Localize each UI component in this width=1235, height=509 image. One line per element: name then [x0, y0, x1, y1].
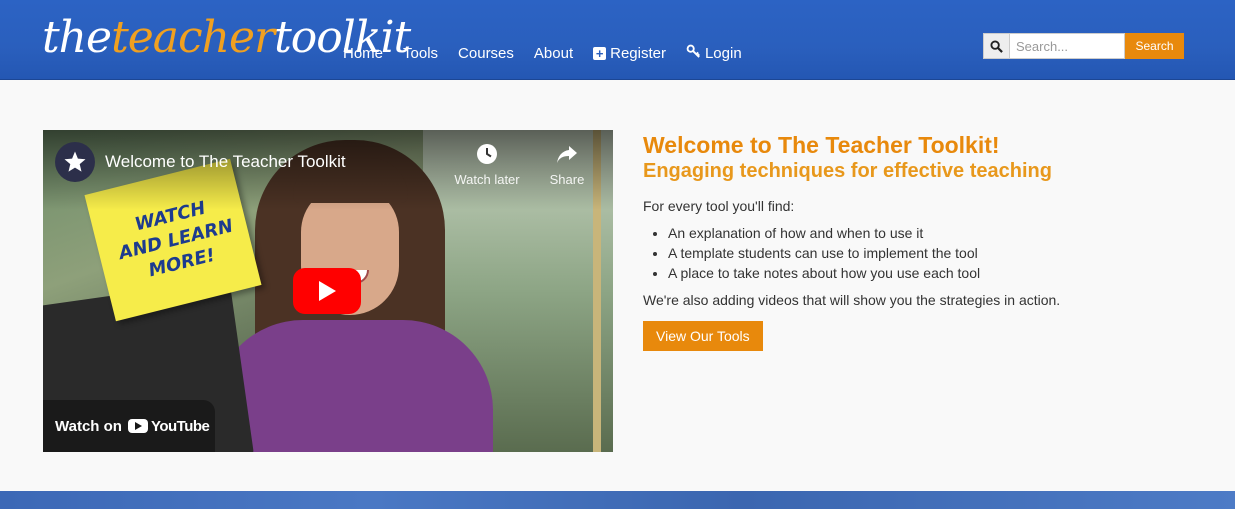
- video-person-sweater: [213, 320, 493, 452]
- nav-courses-label: Courses: [458, 44, 514, 62]
- play-button[interactable]: [293, 268, 361, 314]
- youtube-wordmark: YouTube: [150, 417, 210, 435]
- watch-on-youtube-button[interactable]: Watch on YouTube: [43, 400, 215, 452]
- features-intro: For every tool you'll find:: [643, 198, 795, 214]
- key-icon: [686, 44, 701, 62]
- site-header: theteachertoolkit Home Tools Courses Abo…: [0, 0, 1235, 80]
- nav-home-label: Home: [343, 44, 384, 62]
- share-arrow-icon: [527, 142, 607, 168]
- welcome-section: Welcome to The Teacher Toolkit! Engaging…: [643, 131, 1203, 351]
- nav-login-label: Login: [704, 44, 742, 62]
- share-button[interactable]: Share: [527, 142, 607, 187]
- view-our-tools-button[interactable]: View Our Tools: [643, 321, 763, 351]
- search-input[interactable]: [1010, 33, 1125, 59]
- nav-login[interactable]: Login: [686, 44, 742, 62]
- nav-tools-label: Tools: [403, 44, 439, 62]
- watch-later-button[interactable]: Watch later: [447, 142, 527, 187]
- nav-home[interactable]: Home: [343, 45, 383, 62]
- footer-banner-strip: [0, 491, 1235, 509]
- page-subtitle: Engaging techniques for effective teachi…: [643, 160, 1052, 182]
- nav-about[interactable]: About: [534, 45, 573, 62]
- nav-register[interactable]: + Register: [593, 45, 666, 62]
- watch-on-label: Watch on: [55, 417, 122, 435]
- play-icon: [319, 281, 336, 301]
- nav-about-label: About: [533, 44, 574, 62]
- nav-register-label: Register: [610, 44, 666, 62]
- search-form: Search: [983, 33, 1184, 59]
- search-icon: [983, 33, 1010, 59]
- youtube-video-embed[interactable]: WATCH AND LEARN MORE! Welcome to The Tea…: [43, 130, 613, 452]
- main-nav: Home Tools Courses About + Register Logi…: [343, 44, 762, 62]
- logo-part-teacher: teacher: [111, 12, 275, 63]
- nav-tools[interactable]: Tools: [403, 45, 438, 62]
- list-item: An explanation of how and when to use it: [668, 223, 1203, 243]
- plus-square-icon: +: [593, 46, 607, 60]
- star-icon: [64, 151, 86, 172]
- page-title: Welcome to The Teacher Toolkit!: [643, 132, 1000, 158]
- features-list: An explanation of how and when to use it…: [668, 223, 1203, 283]
- video-title[interactable]: Welcome to The Teacher Toolkit: [105, 152, 346, 172]
- youtube-play-icon: [127, 419, 148, 433]
- list-item: A template students can use to implement…: [668, 243, 1203, 263]
- clock-icon: [447, 142, 527, 168]
- videos-note: We're also adding videos that will show …: [643, 292, 1061, 308]
- logo-part-the: the: [42, 12, 112, 63]
- list-item: A place to take notes about how you use …: [668, 263, 1203, 283]
- nav-courses[interactable]: Courses: [458, 45, 514, 62]
- watch-later-label: Watch later: [454, 172, 520, 187]
- channel-avatar[interactable]: [55, 142, 95, 182]
- youtube-logo: YouTube: [127, 417, 210, 435]
- share-label: Share: [549, 172, 585, 187]
- search-button[interactable]: Search: [1125, 33, 1184, 59]
